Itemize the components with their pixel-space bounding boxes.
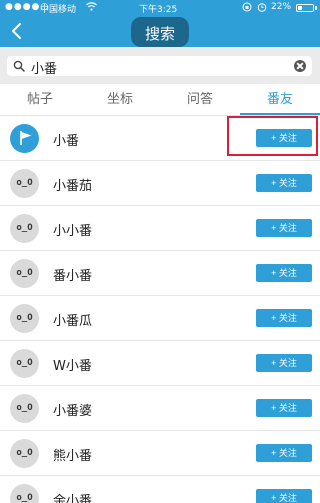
tab-posts[interactable]: 帖子 <box>0 84 80 115</box>
avatar[interactable]: o_O <box>10 169 39 198</box>
avatar[interactable]: o_O <box>10 439 39 468</box>
avatar[interactable]: o_O <box>10 349 39 378</box>
username[interactable]: 熊小番 <box>53 445 92 464</box>
battery-level <box>298 6 302 10</box>
wifi-icon <box>86 2 97 14</box>
list-item[interactable]: o_O 小番茄 + 关注 <box>0 161 320 206</box>
username[interactable]: 小番茄 <box>53 175 92 194</box>
avatar[interactable]: o_O <box>10 484 39 503</box>
follow-button[interactable]: + 关注 <box>256 219 312 237</box>
nav-bar: 搜索 <box>0 16 320 47</box>
list-item[interactable]: o_O 小番婆 + 关注 <box>0 386 320 431</box>
tab-bar: 帖子 坐标 问答 番友 <box>0 84 320 116</box>
search-icon <box>13 60 25 72</box>
username[interactable]: 小番婆 <box>53 400 92 419</box>
flag-icon <box>20 131 32 145</box>
lock-rotation-icon <box>242 2 252 15</box>
follow-button[interactable]: + 关注 <box>256 264 312 282</box>
tab-friends[interactable]: 番友 <box>240 84 320 115</box>
list-item[interactable]: o_O W小番 + 关注 <box>0 341 320 386</box>
username[interactable]: 小番 <box>53 130 79 149</box>
username[interactable]: W小番 <box>53 355 92 374</box>
avatar[interactable]: o_O <box>10 394 39 423</box>
search-input[interactable]: 小番 <box>7 56 312 77</box>
avatar[interactable]: o_O <box>10 304 39 333</box>
username[interactable]: 余小番 <box>53 490 92 503</box>
chevron-left-icon <box>12 23 21 39</box>
back-button[interactable] <box>6 20 28 42</box>
avatar[interactable] <box>10 124 39 153</box>
alarm-clock-icon <box>257 2 267 15</box>
follow-button[interactable]: + 关注 <box>256 489 312 503</box>
list-item[interactable]: o_O 余小番 + 关注 <box>0 476 320 503</box>
username[interactable]: 小小番 <box>53 220 92 239</box>
battery-percent: 22% <box>271 2 292 12</box>
search-bar: 小番 <box>0 47 320 84</box>
battery-icon <box>296 4 314 12</box>
status-bar: ●●●●○ 中国移动 下午3:25 22% <box>0 0 320 16</box>
battery-nub <box>315 6 317 10</box>
list-item[interactable]: o_O 小小番 + 关注 <box>0 206 320 251</box>
status-time: 下午3:25 <box>139 5 178 15</box>
follow-button[interactable]: + 关注 <box>256 174 312 192</box>
list-item[interactable]: o_O 熊小番 + 关注 <box>0 431 320 476</box>
follow-button[interactable]: + 关注 <box>256 444 312 462</box>
follow-button[interactable]: + 关注 <box>256 309 312 327</box>
list-item[interactable]: o_O 小番瓜 + 关注 <box>0 296 320 341</box>
carrier-label: 中国移动 <box>40 5 77 15</box>
avatar[interactable]: o_O <box>10 214 39 243</box>
clear-icon[interactable] <box>294 60 306 72</box>
follow-button[interactable]: + 关注 <box>256 354 312 372</box>
avatar[interactable]: o_O <box>10 259 39 288</box>
username[interactable]: 番小番 <box>53 265 92 284</box>
tab-locations[interactable]: 坐标 <box>80 84 160 115</box>
page-title: 搜索 <box>144 25 175 43</box>
follow-button[interactable]: + 关注 <box>256 399 312 417</box>
active-tab-indicator <box>240 113 320 115</box>
username[interactable]: 小番瓜 <box>53 310 92 329</box>
search-query[interactable]: 小番 <box>31 58 57 77</box>
tab-questions[interactable]: 问答 <box>160 84 240 115</box>
highlight-box <box>227 116 318 156</box>
list-item[interactable]: o_O 番小番 + 关注 <box>0 251 320 296</box>
